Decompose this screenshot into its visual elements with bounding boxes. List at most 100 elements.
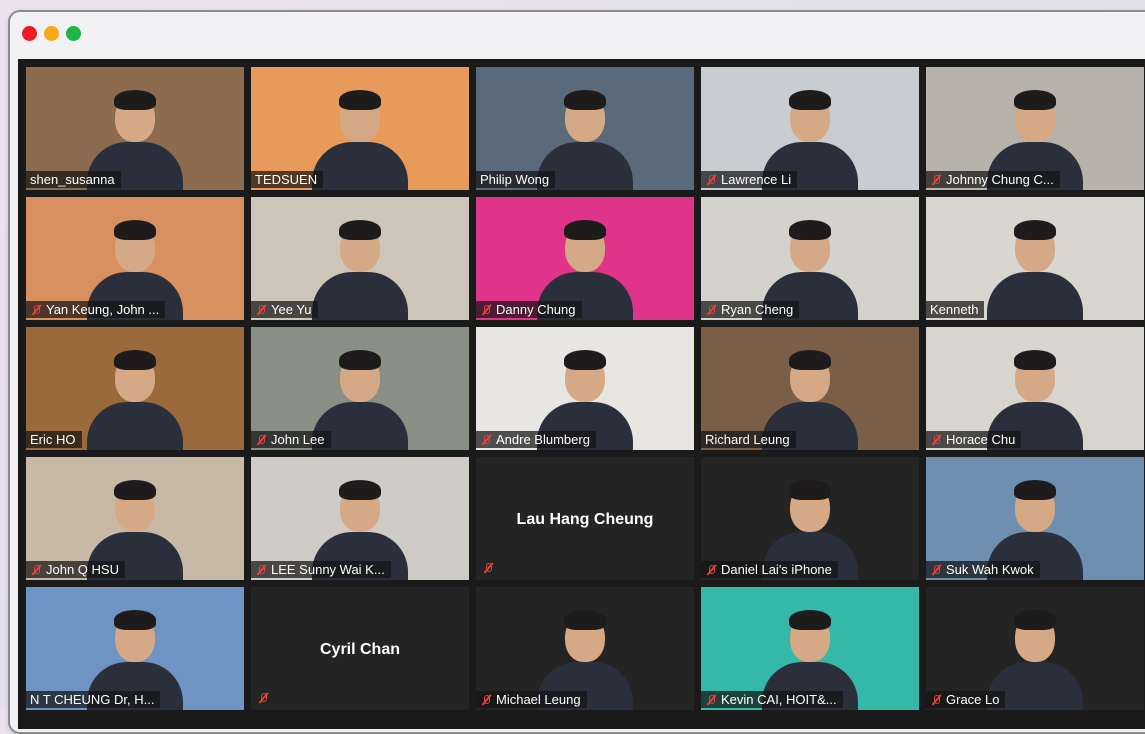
participant-nameplate: LEE Sunny Wai K... bbox=[251, 561, 391, 578]
muted-mic-icon bbox=[705, 304, 717, 316]
participant-tile[interactable]: Richard Leung bbox=[701, 327, 919, 450]
participant-nameplate: Johnny Chung C... bbox=[926, 171, 1060, 188]
participant-hair bbox=[789, 350, 831, 370]
participant-name: Yan Keung, John ... bbox=[46, 302, 160, 317]
participant-hair bbox=[564, 90, 606, 110]
participant-tile[interactable]: Philip Wong bbox=[476, 67, 694, 190]
participant-name: Yee Yu bbox=[271, 302, 312, 317]
participant-name: shen_susanna bbox=[30, 172, 115, 187]
participant-hair bbox=[114, 480, 156, 500]
participant-tile[interactable]: Andre Blumberg bbox=[476, 327, 694, 450]
participant-tile[interactable]: John Lee bbox=[251, 327, 469, 450]
participant-tile[interactable]: Ryan Cheng bbox=[701, 197, 919, 320]
participant-tile[interactable]: Grace Lo bbox=[926, 587, 1144, 710]
participant-name: Cyril Chan bbox=[319, 641, 400, 658]
participant-tile[interactable]: Danny Chung bbox=[476, 197, 694, 320]
participant-name: Daniel Lai's iPhone bbox=[721, 562, 832, 577]
minimize-window-button[interactable] bbox=[44, 26, 59, 41]
participant-tile[interactable]: LEE Sunny Wai K... bbox=[251, 457, 469, 580]
participant-hair bbox=[339, 220, 381, 240]
participant-name: N T CHEUNG Dr, H... bbox=[30, 692, 155, 707]
participant-name: Philip Wong bbox=[480, 172, 550, 187]
zoom-window: shen_susanna TEDSUEN Philip Wong Lawrence L… bbox=[8, 10, 1145, 734]
participant-hair bbox=[114, 220, 156, 240]
participant-hair bbox=[339, 90, 381, 110]
participant-tile[interactable]: Kevin CAI, HOIT&... bbox=[701, 587, 919, 710]
participant-tile[interactable]: Suk Wah Kwok bbox=[926, 457, 1144, 580]
participant-name: John Lee bbox=[271, 432, 325, 447]
participant-tile[interactable]: shen_susanna bbox=[26, 67, 244, 190]
participant-tile[interactable]: Lawrence Li bbox=[701, 67, 919, 190]
participant-tile[interactable]: Daniel Lai's iPhone bbox=[701, 457, 919, 580]
muted-mic-icon bbox=[255, 564, 267, 576]
muted-mic-icon bbox=[480, 694, 492, 706]
participant-tile[interactable]: John Q HSU bbox=[26, 457, 244, 580]
participant-nameplate: N T CHEUNG Dr, H... bbox=[26, 691, 161, 708]
participant-tile[interactable]: Michael Leung bbox=[476, 587, 694, 710]
participant-hair bbox=[564, 350, 606, 370]
participant-nameplate: Lawrence Li bbox=[701, 171, 798, 188]
participant-tile[interactable]: Yee Yu bbox=[251, 197, 469, 320]
participant-name: Lau Hang Cheung bbox=[516, 511, 654, 528]
participant-tile[interactable]: N T CHEUNG Dr, H... bbox=[26, 587, 244, 710]
participant-nameplate: Richard Leung bbox=[701, 431, 796, 448]
participant-hair bbox=[789, 220, 831, 240]
participant-name: LEE Sunny Wai K... bbox=[271, 562, 385, 577]
participant-nameplate: Kevin CAI, HOIT&... bbox=[701, 691, 843, 708]
participant-name: Kenneth bbox=[930, 302, 979, 317]
participant-nameplate: Andre Blumberg bbox=[476, 431, 596, 448]
participant-name: Kevin CAI, HOIT&... bbox=[721, 692, 837, 707]
participant-tile[interactable]: Yan Keung, John ... bbox=[26, 197, 244, 320]
muted-mic-icon bbox=[705, 174, 717, 186]
muted-mic-icon bbox=[480, 304, 492, 316]
participant-hair bbox=[1014, 220, 1056, 240]
participant-name: Andre Blumberg bbox=[496, 432, 590, 447]
participant-nameplate: Suk Wah Kwok bbox=[926, 561, 1040, 578]
muted-mic-icon bbox=[482, 562, 494, 574]
participant-nameplate: Ryan Cheng bbox=[701, 301, 800, 318]
participant-name: Ryan Cheng bbox=[721, 302, 794, 317]
muted-mic-icon bbox=[480, 434, 492, 446]
muted-mic-icon bbox=[930, 564, 942, 576]
participant-hair bbox=[564, 220, 606, 240]
maximize-window-button[interactable] bbox=[66, 26, 81, 41]
participant-nameplate: Philip Wong bbox=[476, 171, 556, 188]
participant-name: Richard Leung bbox=[705, 432, 790, 447]
participant-nameplate: Eric HO bbox=[26, 431, 82, 448]
participant-tile[interactable]: Horace Chu bbox=[926, 327, 1144, 450]
participant-hair bbox=[1014, 350, 1056, 370]
participant-tile[interactable]: Eric HO bbox=[26, 327, 244, 450]
muted-mic-icon bbox=[255, 304, 267, 316]
participant-nameplate: shen_susanna bbox=[26, 171, 121, 188]
participant-nameplate: Kenneth bbox=[926, 301, 985, 318]
participant-name: Danny Chung bbox=[496, 302, 576, 317]
participant-hair bbox=[1014, 90, 1056, 110]
participant-name: Michael Leung bbox=[496, 692, 581, 707]
participant-body bbox=[987, 272, 1083, 320]
participant-hair bbox=[114, 350, 156, 370]
participant-hair bbox=[564, 610, 606, 630]
participant-tile[interactable]: Johnny Chung C... bbox=[926, 67, 1144, 190]
participant-tile[interactable]: Lau Hang Cheung bbox=[476, 457, 694, 580]
participant-name: John Q HSU bbox=[46, 562, 119, 577]
participant-nameplate: Yee Yu bbox=[251, 301, 318, 318]
participant-nameplate: TEDSUEN bbox=[251, 171, 324, 188]
participant-tile[interactable]: Kenneth bbox=[926, 197, 1144, 320]
participant-video bbox=[85, 340, 185, 450]
participant-hair bbox=[339, 350, 381, 370]
participant-body bbox=[312, 142, 408, 190]
muted-mic-icon bbox=[257, 692, 269, 704]
participant-tile[interactable]: TEDSUEN bbox=[251, 67, 469, 190]
participant-body bbox=[87, 402, 183, 450]
participant-hair bbox=[339, 480, 381, 500]
muted-mic-icon bbox=[30, 304, 42, 316]
muted-mic-icon bbox=[930, 434, 942, 446]
muted-mic-icon bbox=[930, 694, 942, 706]
muted-mic-icon bbox=[705, 564, 717, 576]
participant-hair bbox=[114, 610, 156, 630]
participant-hair bbox=[789, 480, 831, 500]
close-window-button[interactable] bbox=[22, 26, 37, 41]
participant-tile[interactable]: Cyril Chan bbox=[251, 587, 469, 710]
muted-mic-icon bbox=[255, 434, 267, 446]
participant-nameplate: Yan Keung, John ... bbox=[26, 301, 166, 318]
